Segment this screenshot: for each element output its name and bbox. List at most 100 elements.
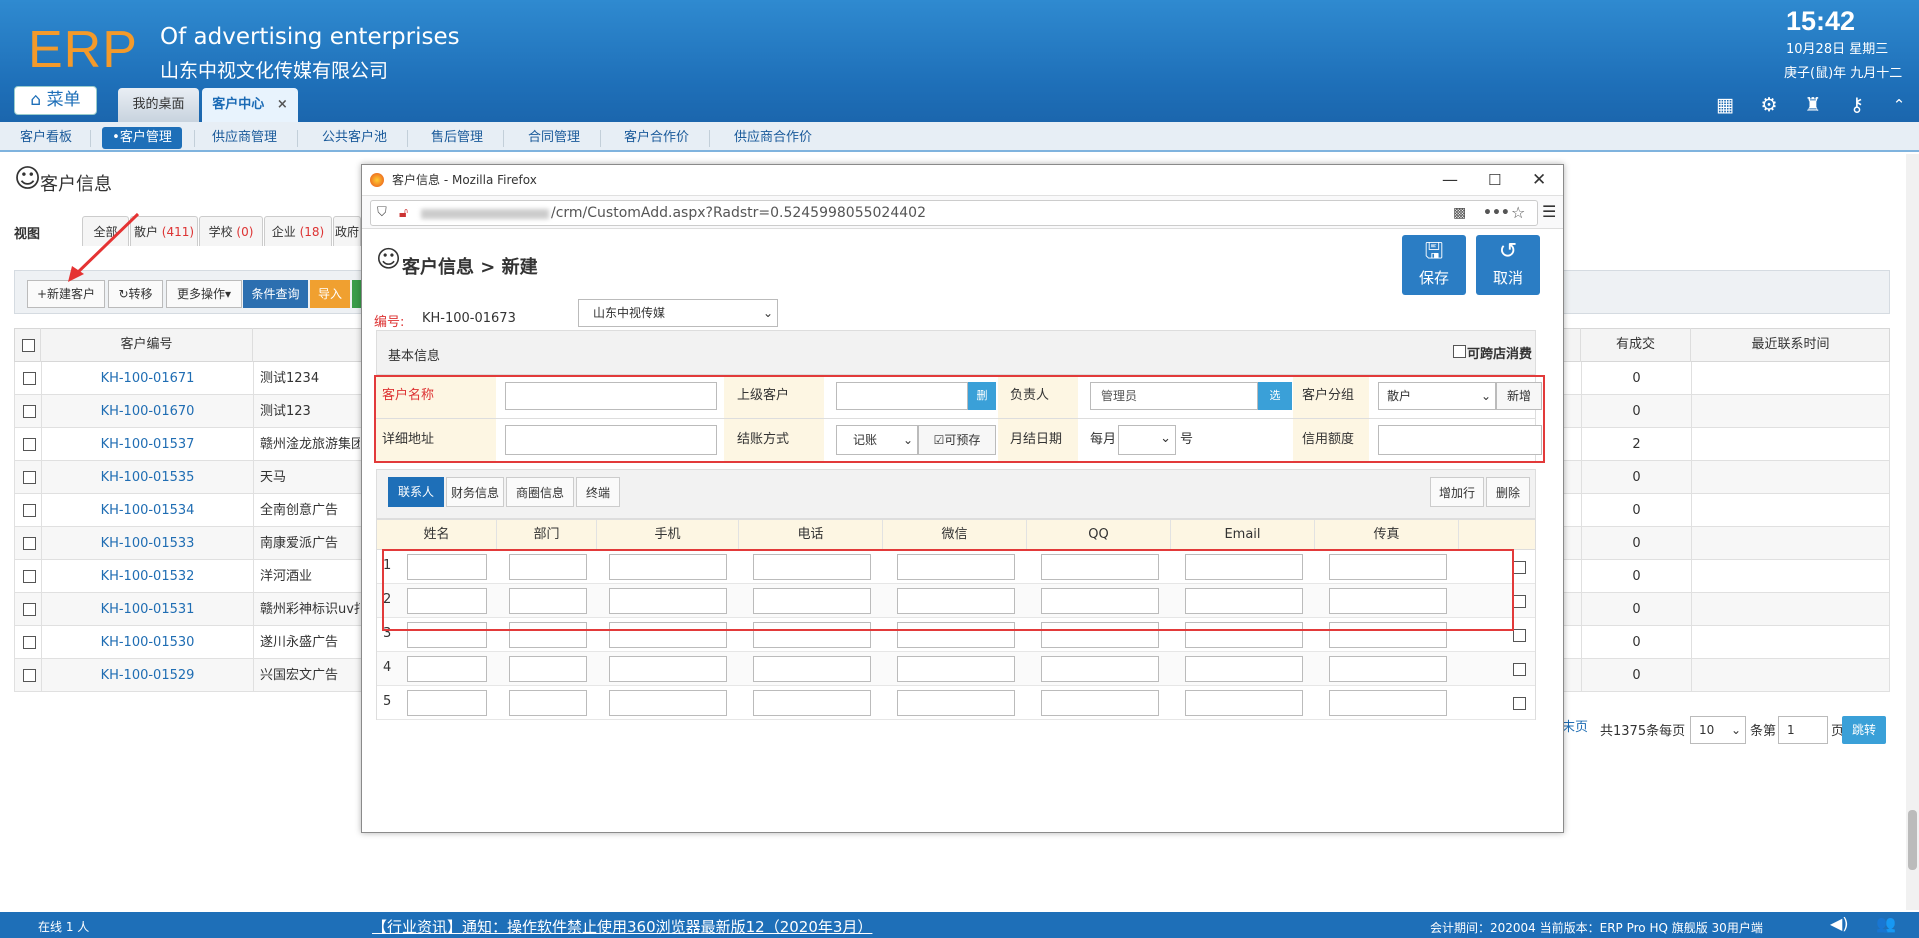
- contact-input-5[interactable]: [1041, 690, 1159, 716]
- contact-row-checkbox[interactable]: [1513, 697, 1526, 710]
- customer-id-link[interactable]: KH-100-01532: [41, 560, 254, 593]
- row-checkbox[interactable]: [23, 471, 36, 484]
- contact-input-6[interactable]: [1185, 656, 1303, 682]
- speaker-icon[interactable]: ◀): [1830, 914, 1849, 933]
- minimize-icon[interactable]: —: [1442, 165, 1458, 195]
- contact-input-7[interactable]: [1329, 690, 1447, 716]
- more-icon[interactable]: •••: [1483, 201, 1510, 225]
- nav-public-pool[interactable]: 公共客户池: [322, 127, 387, 149]
- customer-name: 洋河酒业: [260, 569, 313, 584]
- jump-button[interactable]: 跳转: [1842, 716, 1886, 744]
- customer-id-link[interactable]: KH-100-01671: [41, 362, 254, 395]
- select-all-checkbox[interactable]: [22, 339, 35, 352]
- grid-add-icon[interactable]: ▦: [1714, 94, 1736, 116]
- customer-id-link[interactable]: KH-100-01530: [41, 626, 254, 659]
- star-icon[interactable]: ☆: [1511, 201, 1525, 225]
- customer-id-link[interactable]: KH-100-01529: [41, 659, 254, 692]
- contact-input-2[interactable]: [609, 690, 727, 716]
- contact-input-3[interactable]: [753, 690, 871, 716]
- users-icon[interactable]: 👥: [1876, 914, 1896, 933]
- import-button[interactable]: 导入: [310, 280, 350, 308]
- nav-customer-management[interactable]: •客户管理: [102, 127, 182, 149]
- nav-customer-board[interactable]: 客户看板: [20, 127, 72, 149]
- row-checkbox[interactable]: [23, 405, 36, 418]
- collapse-icon[interactable]: ⌃: [1888, 94, 1910, 116]
- deal-count: 0: [1581, 560, 1691, 593]
- contact-input-4[interactable]: [897, 690, 1015, 716]
- contact-row-checkbox[interactable]: [1513, 629, 1526, 642]
- delete-row-button[interactable]: 删除: [1486, 477, 1530, 507]
- row-checkbox[interactable]: [23, 636, 36, 649]
- chevron-down-icon: ⌄: [762, 306, 773, 320]
- contact-row-checkbox[interactable]: [1513, 663, 1526, 676]
- key-icon[interactable]: ⚷: [1846, 94, 1868, 116]
- view-tab-school[interactable]: 学校 (0): [199, 216, 263, 246]
- scrollbar-thumb[interactable]: [1908, 810, 1917, 870]
- row-checkbox[interactable]: [23, 570, 36, 583]
- insecure-lock-icon: 🔓︎: [399, 205, 409, 221]
- customer-id-link[interactable]: KH-100-01670: [41, 395, 254, 428]
- gear-icon[interactable]: ⚙: [1758, 94, 1780, 116]
- contact-input-4[interactable]: [897, 656, 1015, 682]
- row-checkbox[interactable]: [23, 372, 36, 385]
- add-row-button[interactable]: 增加行: [1430, 477, 1484, 507]
- customer-id-link[interactable]: KH-100-01537: [41, 428, 254, 461]
- contact-row-checkbox[interactable]: [1513, 561, 1526, 574]
- menu-button[interactable]: ⌂ 菜单: [14, 86, 97, 115]
- page-input[interactable]: 1: [1778, 716, 1828, 744]
- qr-code-icon[interactable]: ▩: [1453, 201, 1466, 225]
- tab-business-circle[interactable]: 商圈信息: [506, 477, 574, 507]
- close-icon[interactable]: ×: [277, 97, 288, 112]
- view-tab-government[interactable]: 政府: [333, 216, 361, 246]
- customer-id-link[interactable]: KH-100-01533: [41, 527, 254, 560]
- customer-name: 遂川永盛广告: [260, 635, 339, 650]
- view-tab-company[interactable]: 企业 (18): [264, 216, 332, 246]
- customer-id-link[interactable]: KH-100-01534: [41, 494, 254, 527]
- tab-my-desktop[interactable]: 我的桌面: [118, 88, 199, 122]
- row-checkbox[interactable]: [23, 504, 36, 517]
- more-actions-button[interactable]: 更多操作▾: [166, 280, 242, 308]
- contact-input-0[interactable]: [407, 690, 487, 716]
- per-page-select[interactable]: 10 ⌄: [1690, 716, 1746, 744]
- contact-input-2[interactable]: [609, 656, 727, 682]
- row-checkbox[interactable]: [23, 669, 36, 682]
- row-checkbox[interactable]: [23, 537, 36, 550]
- export-button[interactable]: [352, 280, 361, 308]
- row-checkbox[interactable]: [23, 438, 36, 451]
- hamburger-icon[interactable]: ☰: [1542, 202, 1556, 221]
- last-page-link[interactable]: 末页: [1562, 716, 1588, 735]
- tab-contacts[interactable]: 联系人: [388, 477, 444, 507]
- customer-id-link[interactable]: KH-100-01535: [41, 461, 254, 494]
- condition-query-button[interactable]: 条件查询: [243, 280, 308, 308]
- contact-input-6[interactable]: [1185, 690, 1303, 716]
- shirt-icon[interactable]: ♜: [1802, 94, 1824, 116]
- tab-customer-center[interactable]: 客户中心 ×: [202, 88, 298, 122]
- url-field[interactable]: ⛉ 🔓︎ /crm/CustomAdd.aspx?Radstr=0.524599…: [370, 200, 1538, 226]
- contact-input-0[interactable]: [407, 656, 487, 682]
- page-scrollbar[interactable]: [1906, 154, 1919, 910]
- pager-total: 共1375条每页: [1600, 724, 1686, 739]
- customer-id-link[interactable]: KH-100-01531: [41, 593, 254, 626]
- maximize-icon[interactable]: ☐: [1488, 165, 1501, 195]
- close-window-icon[interactable]: ✕: [1532, 165, 1546, 195]
- cross-store-checkbox[interactable]: [1453, 345, 1466, 358]
- contact-input-1[interactable]: [509, 690, 587, 716]
- cancel-button[interactable]: ↺ 取消: [1476, 235, 1540, 295]
- nav-supplier-management[interactable]: 供应商管理: [212, 127, 277, 149]
- tab-finance[interactable]: 财务信息: [446, 477, 504, 507]
- nav-supplier-price[interactable]: 供应商合作价: [734, 127, 812, 149]
- contact-input-1[interactable]: [509, 656, 587, 682]
- tab-terminal[interactable]: 终端: [576, 477, 620, 507]
- contact-input-5[interactable]: [1041, 656, 1159, 682]
- nav-contract[interactable]: 合同管理: [528, 127, 580, 149]
- contact-row-checkbox[interactable]: [1513, 595, 1526, 608]
- company-select[interactable]: 山东中视传媒 ⌄: [578, 299, 778, 327]
- save-button[interactable]: 🖫 保存: [1402, 235, 1466, 295]
- nav-customer-price[interactable]: 客户合作价: [624, 127, 689, 149]
- notice-link[interactable]: 【行业资讯】通知：操作软件禁止使用360浏览器最新版12（2020年3月）: [372, 916, 872, 937]
- contact-input-3[interactable]: [753, 656, 871, 682]
- row-checkbox[interactable]: [23, 603, 36, 616]
- deal-count: 0: [1581, 461, 1691, 494]
- contact-input-7[interactable]: [1329, 656, 1447, 682]
- nav-after-sales[interactable]: 售后管理: [431, 127, 483, 149]
